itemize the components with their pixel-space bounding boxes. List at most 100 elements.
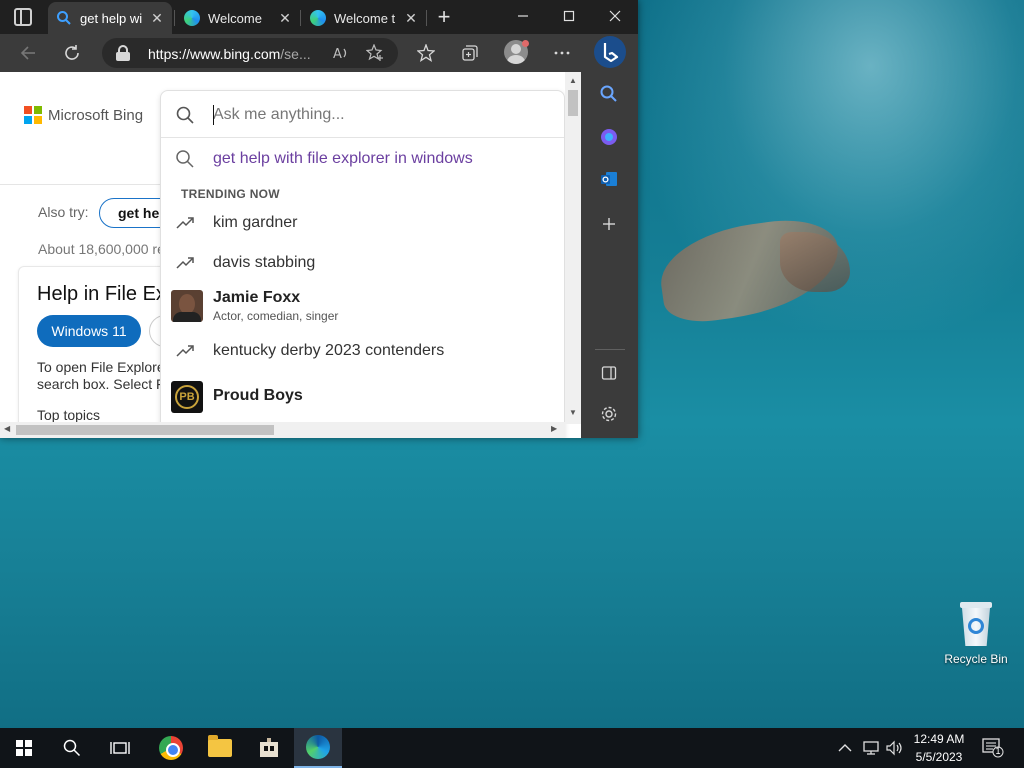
tab-bing-search[interactable]: get help wit ✕ — [48, 2, 172, 34]
task-view-icon[interactable] — [96, 728, 144, 768]
search-box[interactable] — [161, 91, 564, 138]
proud-boys-logo: PB — [171, 381, 203, 413]
taskbar-file-explorer[interactable] — [196, 728, 244, 768]
windows-11-button[interactable]: Windows 11 — [37, 315, 141, 347]
entity-name: Jamie Foxx — [213, 289, 301, 306]
sidebar-layout-icon[interactable] — [599, 363, 619, 383]
search-input[interactable] — [213, 101, 543, 129]
network-icon[interactable] — [862, 728, 880, 768]
collections-icon[interactable] — [459, 42, 481, 64]
action-center-icon[interactable]: 1 — [982, 738, 1004, 758]
trending-item-kentucky-derby[interactable]: kentucky derby 2023 contenders — [161, 331, 564, 371]
recycle-bin-icon — [958, 602, 994, 646]
tab-welcome-2[interactable]: Welcome t ✕ — [302, 2, 426, 34]
back-arrow-icon[interactable] — [17, 42, 39, 64]
edge-icon — [306, 735, 330, 759]
browser-toolbar: https://www.bing.com/se... A — [0, 34, 638, 72]
recycle-bin-label: Recycle Bin — [944, 652, 1008, 666]
address-bar[interactable]: https://www.bing.com/se... A — [102, 38, 398, 68]
card-title: Help in File Ex — [37, 283, 166, 305]
taskbar-chrome[interactable] — [147, 728, 195, 768]
entity-name: Proud Boys — [213, 387, 303, 404]
taskbar-edge[interactable] — [294, 728, 342, 768]
close-tab-icon[interactable]: ✕ — [150, 10, 164, 27]
new-tab-plus-icon[interactable]: + — [434, 4, 454, 30]
edge-favicon-icon — [184, 10, 200, 26]
microsoft-logo-icon — [24, 106, 42, 124]
robot-app-icon — [260, 738, 278, 757]
sidebar-outlook-icon[interactable] — [599, 169, 619, 189]
sidebar-add-icon[interactable] — [599, 214, 619, 234]
sidebar-divider — [595, 349, 625, 350]
lock-icon[interactable] — [116, 45, 130, 61]
refresh-icon[interactable] — [61, 42, 83, 64]
sidebar-search-icon[interactable] — [599, 84, 619, 104]
suggestion-history-item[interactable]: get help with file explorer in windows — [161, 139, 564, 179]
bing-chat-icon[interactable] — [594, 36, 626, 68]
scroll-down-arrow-icon[interactable]: ▼ — [569, 408, 577, 417]
scroll-right-arrow-icon[interactable]: ▶ — [551, 424, 557, 433]
close-tab-icon[interactable]: ✕ — [278, 10, 292, 27]
url-text[interactable]: https://www.bing.com/se... — [148, 46, 318, 62]
results-count: About 18,600,000 re — [38, 241, 165, 257]
folder-icon — [208, 735, 232, 757]
favorites-icon[interactable] — [415, 42, 437, 64]
suggestion-text: kentucky derby 2023 contenders — [213, 342, 445, 359]
minimize-icon[interactable] — [500, 0, 546, 32]
tab-separator — [300, 10, 301, 26]
volume-icon[interactable] — [885, 728, 903, 768]
trending-item-jamie-foxx[interactable]: Jamie Foxx Actor, comedian, singer — [161, 283, 564, 329]
logo-text: Microsoft Bing — [48, 106, 144, 124]
maximize-icon[interactable] — [546, 0, 592, 32]
taskbar-app-icon[interactable] — [245, 728, 293, 768]
tab-separator — [426, 10, 427, 26]
sidebar-settings-gear-icon[interactable] — [599, 404, 619, 424]
system-clock[interactable]: 12:49 AM 5/5/2023 — [904, 730, 974, 766]
start-button[interactable] — [0, 728, 48, 768]
trending-item-davis-stabbing[interactable]: davis stabbing — [161, 243, 564, 283]
web-page-content: Microsoft Bing Also try: get help About … — [0, 72, 581, 438]
trending-arrow-icon — [176, 217, 194, 229]
svg-text:A: A — [333, 47, 342, 62]
top-topics-heading: Top topics — [37, 407, 101, 423]
tab-label: Welcome t — [334, 10, 396, 26]
browser-titlebar: get help wit ✕ Welcome ✕ Welcome t ✕ + — [0, 0, 638, 34]
horizontal-scroll-thumb[interactable] — [16, 425, 274, 435]
trending-item-proud-boys[interactable]: PB Proud Boys — [161, 375, 564, 419]
suggestion-text: davis stabbing — [213, 254, 316, 271]
tab-welcome-1[interactable]: Welcome ✕ — [176, 2, 300, 34]
chrome-icon — [159, 736, 183, 760]
more-options-icon[interactable] — [551, 42, 573, 64]
profile-notification-dot — [522, 40, 529, 47]
close-window-icon[interactable] — [592, 0, 638, 32]
vertical-scrollbar[interactable]: ▲ ▼ — [565, 72, 581, 424]
trending-item-kim-gardner[interactable]: kim gardner — [161, 203, 564, 243]
jamie-foxx-thumbnail — [171, 290, 203, 322]
edge-sidebar — [581, 72, 638, 438]
scroll-left-arrow-icon[interactable]: ◀ — [4, 424, 10, 433]
add-favorite-icon[interactable] — [364, 42, 386, 64]
tab-label: get help wit — [80, 10, 142, 26]
recycle-bin[interactable]: Recycle Bin — [940, 602, 1012, 666]
entity-description: Actor, comedian, singer — [213, 309, 339, 323]
trending-arrow-icon — [176, 345, 194, 357]
vertical-scroll-thumb[interactable] — [568, 90, 578, 116]
horizontal-scrollbar[interactable]: ◀ ▶ — [0, 422, 565, 438]
edge-favicon-icon — [310, 10, 326, 26]
scroll-up-arrow-icon[interactable]: ▲ — [569, 76, 577, 85]
tab-actions-icon[interactable] — [14, 8, 32, 26]
search-icon — [176, 106, 194, 124]
taskbar-search-icon[interactable] — [48, 728, 96, 768]
also-try-label: Also try: — [38, 204, 89, 220]
search-icon — [176, 150, 194, 168]
show-hidden-icons-chevron-icon[interactable] — [838, 728, 852, 768]
clock-time: 12:49 AM — [913, 732, 965, 746]
sidebar-discover-icon[interactable] — [599, 127, 619, 147]
suggestion-text: get help with file explorer in windows — [213, 150, 473, 167]
search-favicon-icon — [56, 10, 72, 26]
search-suggestions-dropdown: get help with file explorer in windows T… — [160, 90, 565, 438]
read-aloud-icon[interactable]: A — [330, 42, 352, 64]
close-tab-icon[interactable]: ✕ — [404, 10, 418, 27]
microsoft-bing-logo[interactable]: Microsoft Bing — [24, 106, 143, 124]
windows-taskbar: 12:49 AM 5/5/2023 1 — [0, 728, 1024, 768]
